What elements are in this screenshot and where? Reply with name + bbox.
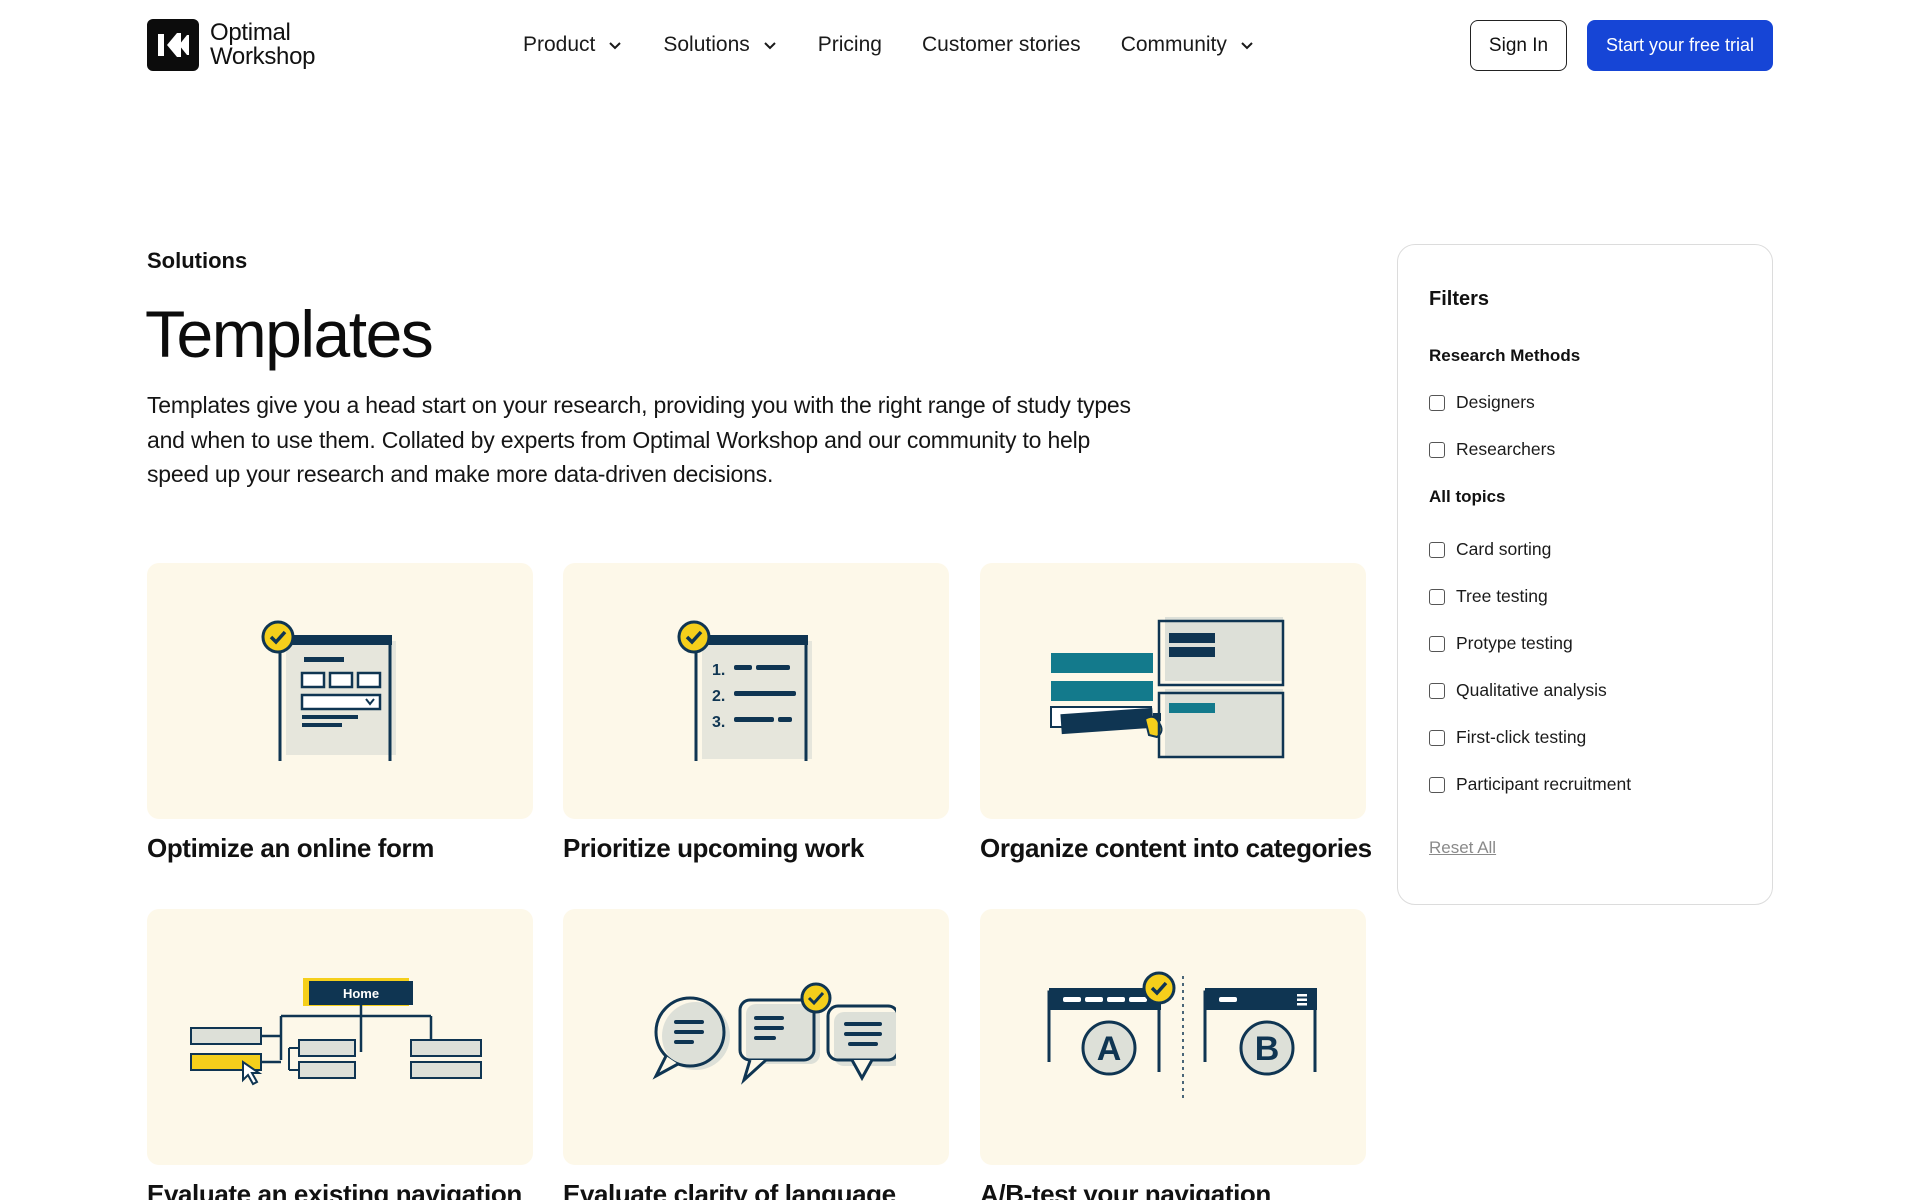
card-title: A/B-test your navigation <box>980 1179 1271 1200</box>
form-icon <box>261 620 396 761</box>
svg-text:1.: 1. <box>712 662 725 679</box>
filter-option-label: First-click testing <box>1456 727 1587 747</box>
main-nav: Product Solutions Pricing Customer stori… <box>523 30 1295 60</box>
filter-option-label: Participant recruitment <box>1456 774 1632 794</box>
template-card[interactable]: A B A/B-test your navigation <box>980 909 1366 1200</box>
nav-product-label: Product <box>523 33 596 56</box>
filter-option-label: Researchers <box>1456 439 1556 459</box>
filter-option-label: Card sorting <box>1456 539 1552 559</box>
logo-line-1: Optimal <box>210 19 291 46</box>
site-header: Optimal Workshop Product Solutions Prici… <box>0 0 1920 90</box>
card-image: A B <box>980 909 1366 1165</box>
chevron-down-icon <box>607 37 623 53</box>
nav-solutions-label: Solutions <box>663 33 750 56</box>
reset-all-link[interactable]: Reset All <box>1429 838 1496 858</box>
start-free-trial-button[interactable]: Start your free trial <box>1587 20 1773 71</box>
home-label: Home <box>343 986 379 1001</box>
ab-test-icon: A B <box>1047 971 1317 1102</box>
filter-option-participant-recruitment[interactable]: Participant recruitment <box>1429 774 1631 795</box>
nav-pricing[interactable]: Pricing <box>818 33 882 57</box>
checkbox[interactable] <box>1429 588 1445 605</box>
template-card[interactable]: Optimize an online form <box>147 563 533 864</box>
template-card[interactable]: 1. 2. 3. Prioritize upcoming work <box>563 563 949 864</box>
checkbox[interactable] <box>1429 682 1445 699</box>
logo-line-2: Workshop <box>210 43 316 70</box>
filter-option-label: Designers <box>1456 392 1535 412</box>
speech-bubbles-icon <box>652 982 896 1085</box>
sign-in-button[interactable]: Sign In <box>1470 20 1567 71</box>
card-image <box>563 909 949 1165</box>
card-image <box>980 563 1366 819</box>
template-card[interactable]: Organize content into categories <box>980 563 1372 864</box>
card-title: Evaluate an existing navigation <box>147 1179 522 1200</box>
filter-option-qualitative-analysis[interactable]: Qualitative analysis <box>1429 680 1607 701</box>
chevron-down-icon <box>762 37 778 53</box>
card-image: 1. 2. 3. <box>563 563 949 819</box>
logo-mark-icon <box>147 19 199 71</box>
svg-text:2.: 2. <box>712 688 725 705</box>
chevron-down-icon <box>1239 37 1255 53</box>
filter-option-designers[interactable]: Designers <box>1429 392 1535 413</box>
nav-customer-stories[interactable]: Customer stories <box>922 33 1081 57</box>
nav-pricing-label: Pricing <box>817 33 882 56</box>
checkbox[interactable] <box>1429 541 1445 558</box>
checkbox[interactable] <box>1429 441 1445 458</box>
label-a: A <box>1097 1030 1122 1068</box>
card-title: Evaluate clarity of language <box>563 1179 896 1200</box>
card-title: Organize content into categories <box>980 833 1372 863</box>
filter-option-researchers[interactable]: Researchers <box>1429 439 1555 460</box>
tree-navigation-icon: Home <box>190 978 482 1086</box>
logo-text: Optimal Workshop <box>210 19 316 70</box>
logo[interactable]: Optimal Workshop <box>147 19 316 71</box>
filters-panel: Filters Research Methods Designers Resea… <box>1397 244 1773 905</box>
filter-option-tree-testing[interactable]: Tree testing <box>1429 586 1548 607</box>
svg-text:3.: 3. <box>712 714 725 731</box>
card-title: Optimize an online form <box>147 833 434 863</box>
template-card[interactable]: Evaluate clarity of language <box>563 909 949 1200</box>
eyebrow-label: Solutions <box>147 248 248 273</box>
checkbox[interactable] <box>1429 776 1445 793</box>
nav-solutions[interactable]: Solutions <box>663 33 777 57</box>
filter-group-title-research-methods: Research Methods <box>1429 346 1581 365</box>
filter-option-first-click-testing[interactable]: First-click testing <box>1429 727 1586 748</box>
filter-option-prototype-testing[interactable]: Protype testing <box>1429 633 1573 654</box>
nav-customer-stories-label: Customer stories <box>921 33 1081 56</box>
page-title: Templates <box>145 297 434 371</box>
numbered-list-icon: 1. 2. 3. <box>677 620 812 761</box>
nav-community-label: Community <box>1120 33 1227 56</box>
filter-option-label: Protype testing <box>1456 633 1573 653</box>
card-image <box>147 563 533 819</box>
intro-description: Templates give you a head start on your … <box>147 392 1131 487</box>
checkbox[interactable] <box>1429 394 1445 411</box>
template-card[interactable]: Home Evaluate an existing navigation <box>147 909 533 1200</box>
card-image: Home <box>147 909 533 1165</box>
label-b: B <box>1255 1030 1280 1068</box>
filters-title: Filters <box>1429 288 1490 310</box>
checkbox[interactable] <box>1429 729 1445 746</box>
card-title: Prioritize upcoming work <box>563 833 864 863</box>
filter-group-title-all-topics: All topics <box>1429 487 1506 506</box>
nav-product[interactable]: Product <box>523 33 623 57</box>
nav-community[interactable]: Community <box>1121 33 1255 57</box>
card-sort-icon <box>1050 617 1285 759</box>
checkbox[interactable] <box>1429 635 1445 652</box>
filter-option-label: Tree testing <box>1456 586 1548 606</box>
filter-option-card-sorting[interactable]: Card sorting <box>1429 539 1551 560</box>
filter-option-label: Qualitative analysis <box>1456 680 1607 700</box>
